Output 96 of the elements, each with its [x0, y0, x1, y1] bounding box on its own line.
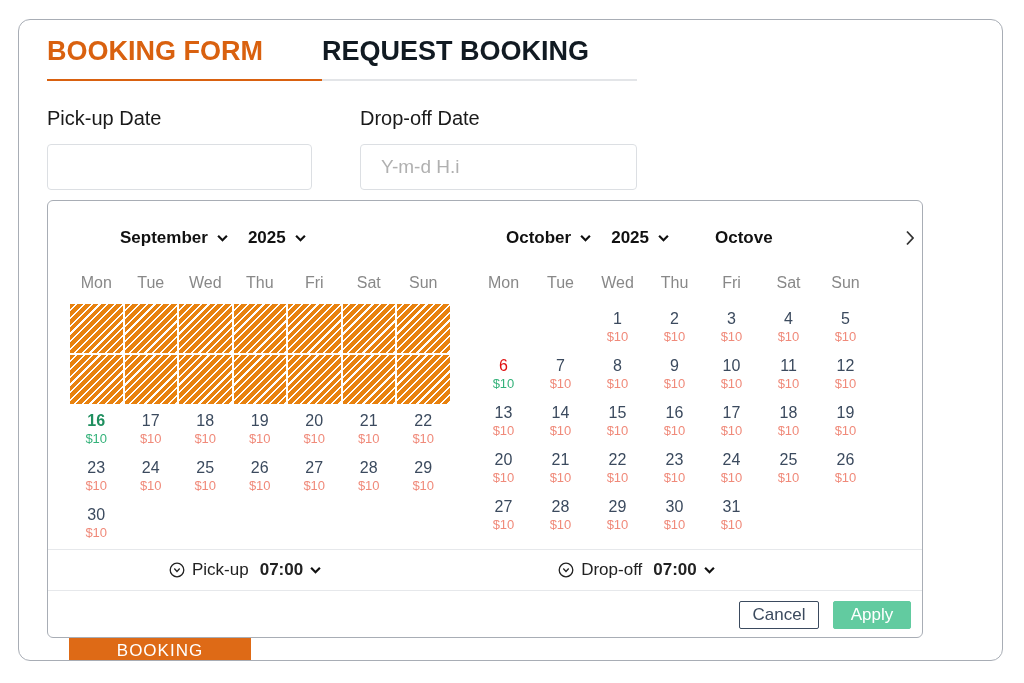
clock-icon	[169, 562, 185, 578]
day-cell[interactable]: 18 $10	[760, 397, 817, 444]
weekday-label: Sun	[408, 273, 439, 293]
day-cell[interactable]: 11 $10	[760, 350, 817, 397]
day-cell[interactable]: 20 $10	[475, 444, 532, 491]
weekday-label: Fri	[303, 273, 325, 293]
day-cell[interactable]: 13 $10	[475, 397, 532, 444]
day-cell[interactable]: 28 $10	[532, 491, 589, 538]
chevron-down-icon	[658, 234, 669, 242]
day-cell[interactable]: 31 $10	[703, 491, 760, 538]
day-cell[interactable]: 28 $10	[341, 452, 396, 499]
blocked-day	[342, 355, 395, 404]
weekday-label: Tue	[546, 273, 575, 293]
year-select[interactable]: 2025	[247, 228, 306, 248]
clock-icon	[558, 562, 575, 578]
day-cell[interactable]: 5 $10	[817, 303, 874, 350]
day-cell[interactable]: 7 $10	[532, 350, 589, 397]
date-field[interactable]: Y-m-d H.i	[360, 144, 637, 190]
tab[interactable]: BOOKING FORM	[47, 36, 322, 81]
day-cell[interactable]: 29 $10	[396, 452, 451, 499]
day-cell[interactable]: 18 $10	[178, 405, 233, 452]
day-cell[interactable]: 23 $10	[69, 452, 124, 499]
day-cell[interactable]: 19 $10	[232, 405, 287, 452]
weekday-label: Thu	[244, 273, 275, 293]
blocked-day	[179, 355, 232, 404]
day-cell[interactable]: 15 $10	[589, 397, 646, 444]
blocked-day	[179, 304, 232, 353]
blocked-day	[233, 355, 286, 404]
day-cell[interactable]: 16 $10	[646, 397, 703, 444]
day-cell[interactable]: 30 $10	[646, 491, 703, 538]
day-cell[interactable]: 27 $10	[475, 491, 532, 538]
chevron-down-icon	[294, 234, 306, 242]
day-cell[interactable]: 1 $10	[589, 303, 646, 350]
day-cell[interactable]: 24 $10	[123, 452, 178, 499]
day-cell[interactable]: 21 $10	[341, 405, 396, 452]
day-cell[interactable]: 17 $10	[123, 405, 178, 452]
blocked-day	[124, 304, 177, 353]
tab[interactable]: REQUEST BOOKING	[322, 36, 597, 81]
day-cell[interactable]: 24 $10	[703, 444, 760, 491]
day-cell[interactable]: 21 $10	[532, 444, 589, 491]
date-field[interactable]	[47, 144, 312, 190]
day-cell[interactable]: 29 $10	[589, 491, 646, 538]
day-cell[interactable]: 2 $10	[646, 303, 703, 350]
day-cell[interactable]: 19 $10	[817, 397, 874, 444]
month-select[interactable]: October	[506, 228, 592, 248]
blocked-day	[288, 304, 341, 353]
weekday-label: Mon	[486, 273, 521, 293]
day-cell[interactable]: 22 $10	[396, 405, 451, 452]
blocked-day	[233, 304, 286, 353]
blocked-day	[288, 355, 341, 404]
month-title: Octove	[715, 228, 773, 248]
blocked-day	[70, 304, 123, 353]
chevron-down-icon	[580, 234, 592, 242]
day-cell[interactable]: 6 $10	[475, 350, 532, 397]
time-select[interactable]: Drop-off 07:00	[558, 560, 715, 580]
weekday-label: Wed	[187, 273, 223, 293]
weekday-label: Mon	[79, 273, 113, 293]
day-cell[interactable]: 4 $10	[760, 303, 817, 350]
blocked-day	[397, 355, 450, 404]
weekday-label: Tue	[136, 273, 166, 293]
day-cell[interactable]: 20 $10	[287, 405, 342, 452]
blocked-day	[70, 355, 123, 404]
cancel-button[interactable]: Cancel	[739, 601, 819, 629]
weekday-label: Fri	[721, 273, 742, 293]
chevron-down-icon	[310, 566, 322, 574]
field-label: Drop-off Date	[360, 107, 481, 130]
day-cell[interactable]: 10 $10	[703, 350, 760, 397]
day-cell[interactable]: 12 $10	[817, 350, 874, 397]
weekday-label: Thu	[659, 273, 690, 293]
day-cell[interactable]: 16 $10	[69, 405, 124, 452]
weekday-label: Sun	[830, 273, 861, 293]
day-cell[interactable]: 25 $10	[760, 444, 817, 491]
blocked-day	[397, 304, 450, 353]
day-cell[interactable]: 26 $10	[817, 444, 874, 491]
chevron-down-icon	[703, 566, 715, 574]
weekday-label: Sat	[775, 273, 802, 293]
year-select[interactable]: 2025	[611, 228, 669, 248]
day-cell[interactable]: 8 $10	[589, 350, 646, 397]
chevron-down-icon	[216, 234, 228, 242]
day-cell[interactable]: 17 $10	[703, 397, 760, 444]
weekday-label: Wed	[600, 273, 635, 293]
day-cell[interactable]: 25 $10	[178, 452, 233, 499]
blocked-day	[124, 355, 177, 404]
day-cell[interactable]: 14 $10	[532, 397, 589, 444]
day-cell[interactable]: 22 $10	[589, 444, 646, 491]
day-cell[interactable]: 30 $10	[69, 499, 124, 546]
field-label: Pick-up Date	[47, 107, 163, 130]
time-select[interactable]: Pick-up 07:00	[169, 560, 322, 580]
blocked-day	[342, 304, 395, 353]
weekday-label: Sat	[355, 273, 382, 293]
day-cell[interactable]: 23 $10	[646, 444, 703, 491]
day-cell[interactable]: 3 $10	[703, 303, 760, 350]
month-select[interactable]: September	[120, 228, 228, 248]
day-cell[interactable]: 26 $10	[232, 452, 287, 499]
day-cell[interactable]: 9 $10	[646, 350, 703, 397]
day-cell[interactable]: 27 $10	[287, 452, 342, 499]
